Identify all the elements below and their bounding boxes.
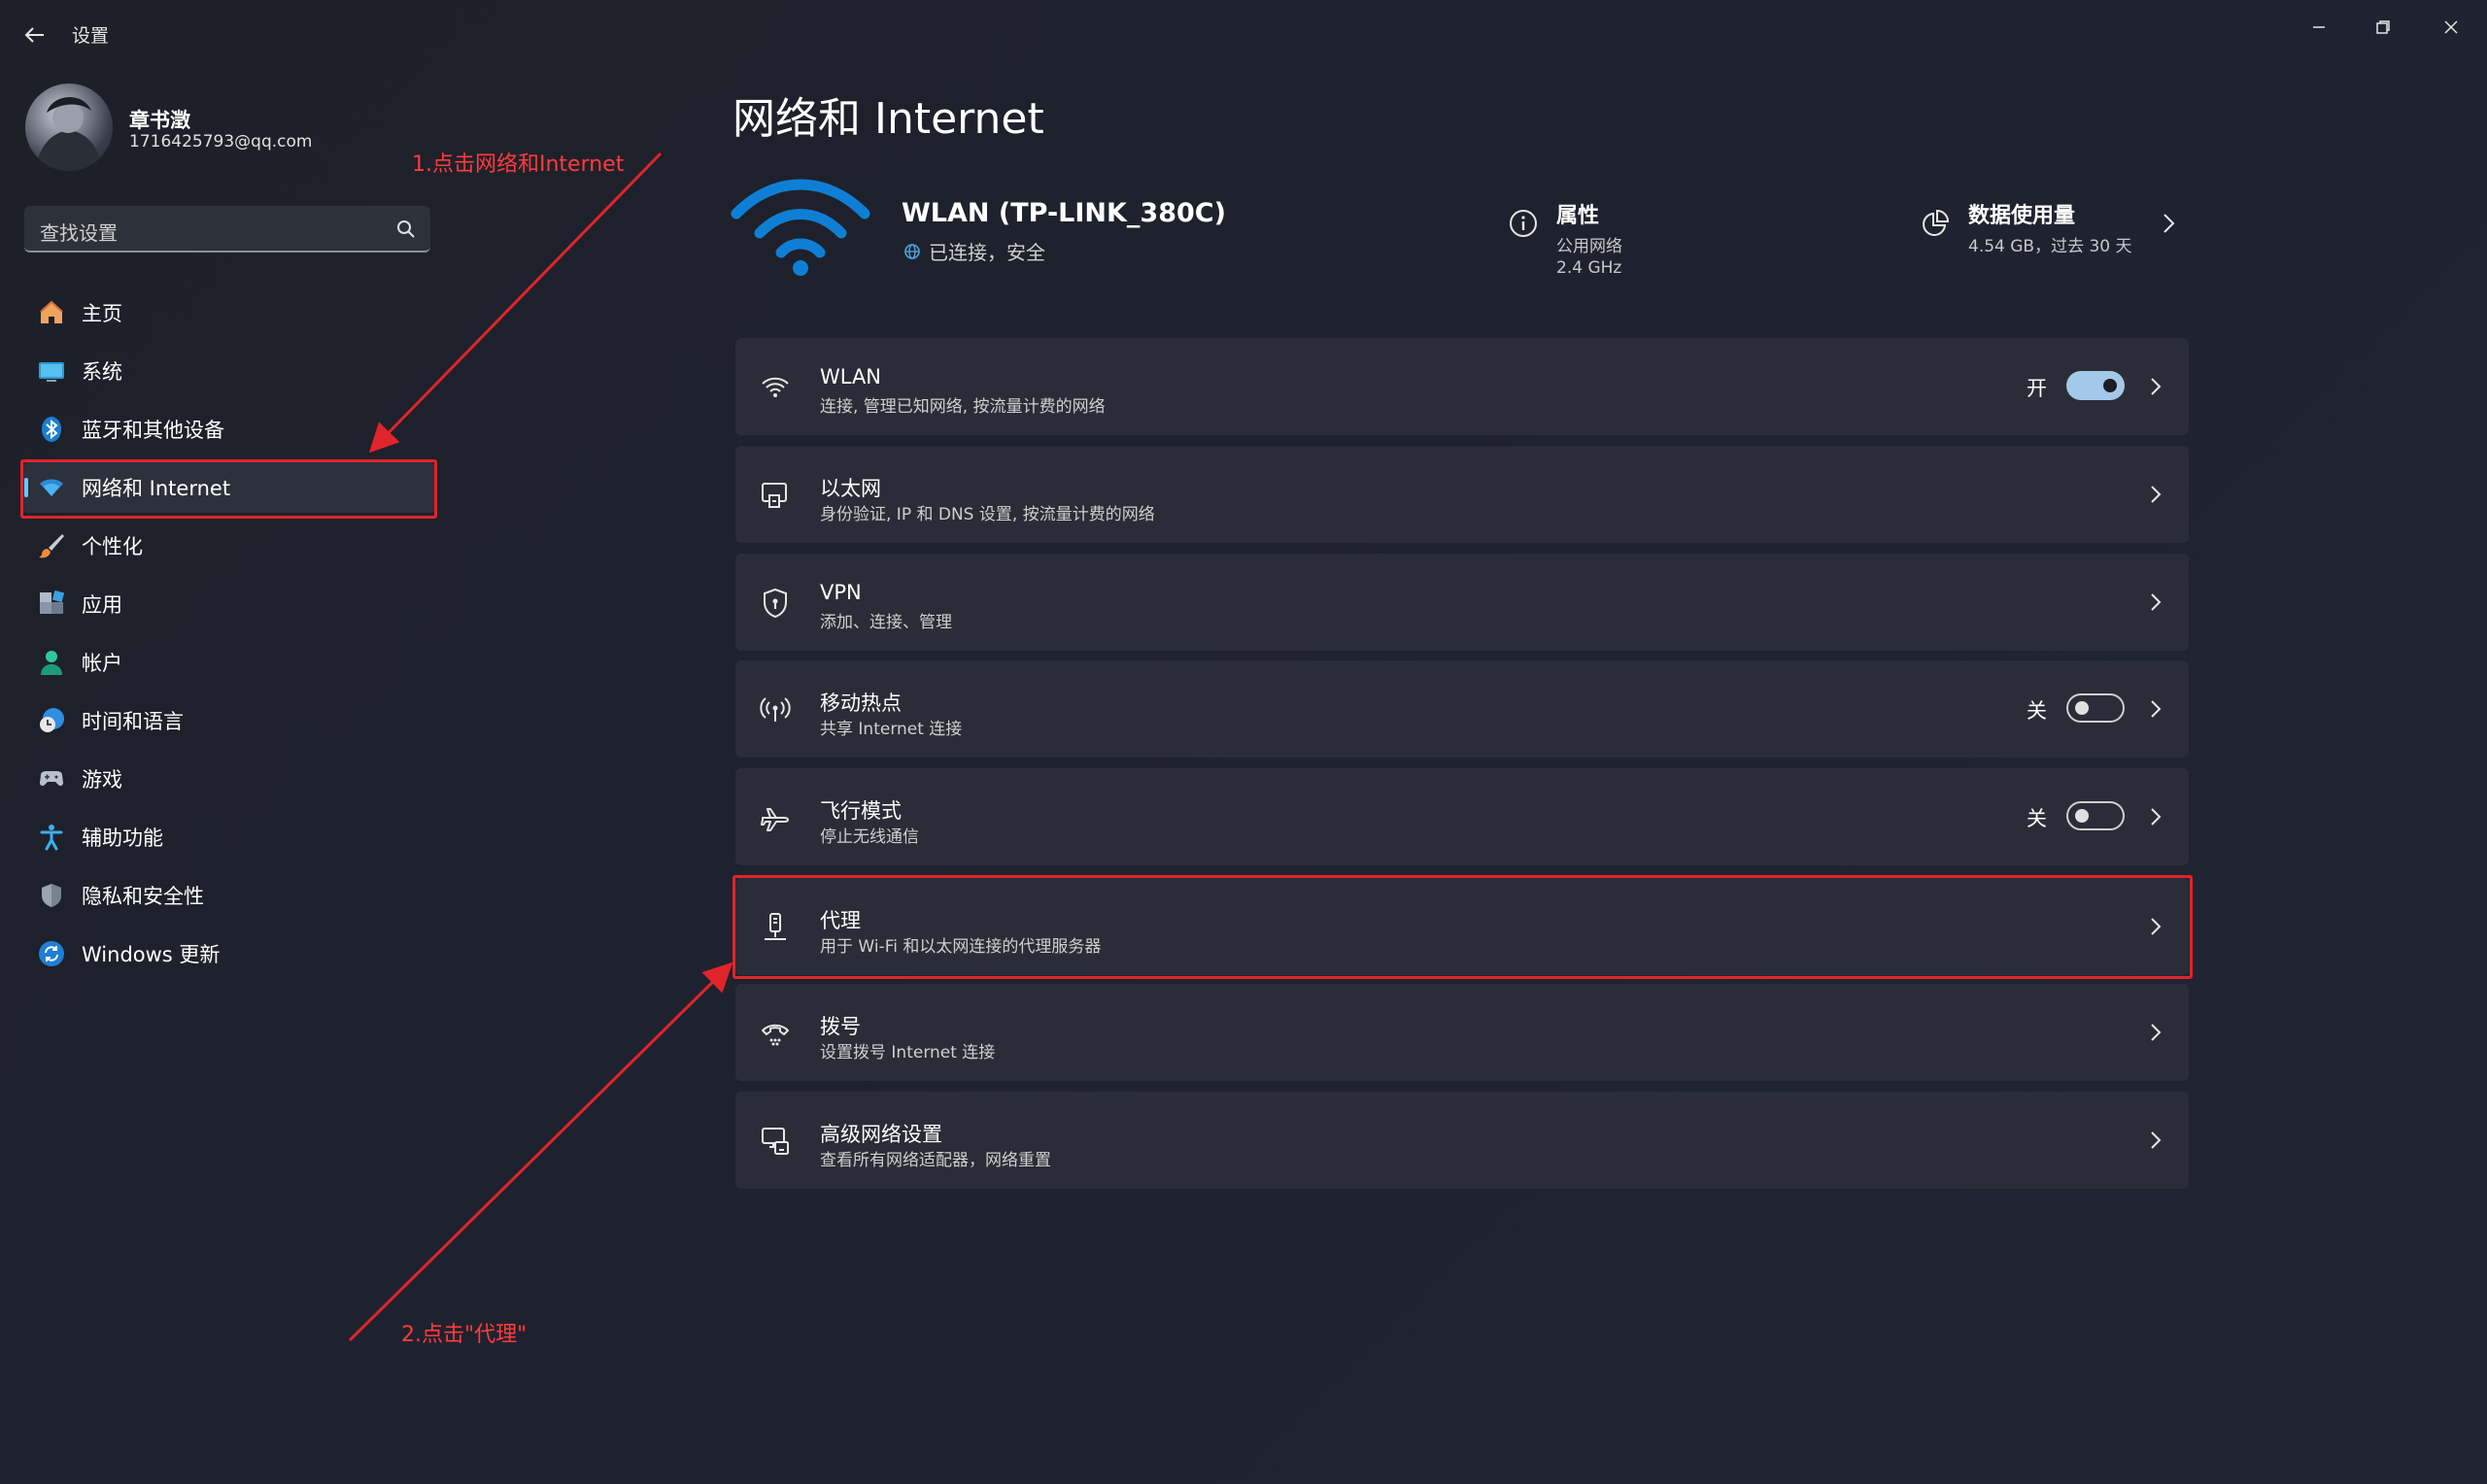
arrow-to-proxy (348, 961, 733, 1342)
annotation-arrows (348, 152, 733, 1342)
arrow-to-network (368, 152, 663, 454)
